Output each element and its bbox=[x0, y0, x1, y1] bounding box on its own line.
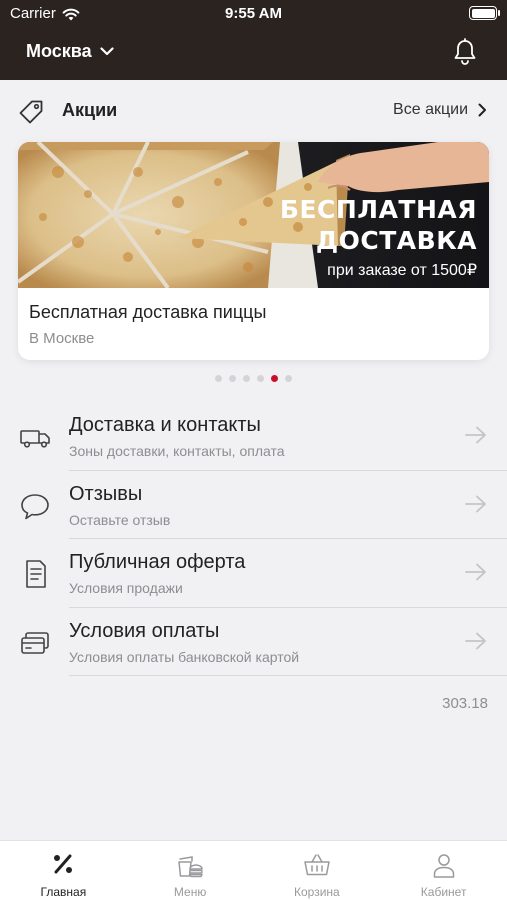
tag-icon bbox=[19, 100, 43, 124]
basket-icon bbox=[304, 854, 330, 876]
battery-icon bbox=[469, 6, 500, 20]
city-selector[interactable]: Москва bbox=[26, 41, 114, 62]
menu-item-delivery[interactable]: Доставка и контакты Зоны доставки, конта… bbox=[0, 402, 507, 471]
tab-label: Корзина bbox=[294, 885, 340, 899]
percent-icon bbox=[54, 854, 73, 874]
menu-item-subtitle: Условия оплаты банковской картой bbox=[69, 648, 300, 665]
chevron-down-icon bbox=[100, 47, 114, 56]
pager-dot[interactable] bbox=[243, 375, 250, 382]
info-menu: Доставка и контакты Зоны доставки, конта… bbox=[0, 402, 507, 676]
arrow-right-icon bbox=[465, 632, 486, 649]
all-promotions-label: Все акции bbox=[393, 101, 468, 118]
tab-bar: Главная Меню Корзина Кабинет bbox=[0, 840, 507, 900]
all-promotions-link[interactable]: Все акции bbox=[393, 101, 487, 119]
carousel-pager bbox=[0, 375, 507, 382]
pager-dot[interactable] bbox=[257, 375, 264, 382]
banner-condition: при заказе от 1500₽ bbox=[327, 262, 477, 279]
chat-bubble-icon bbox=[21, 493, 49, 519]
top-header: Carrier 9:55 AM Москва bbox=[0, 0, 507, 80]
banner-text: БЕСПЛАТНАЯ ДОСТАВКА при заказе от 1500₽ bbox=[280, 194, 477, 280]
promotions-header: Акции Все акции bbox=[18, 96, 489, 126]
menu-item-payment-terms[interactable]: Условия оплаты Условия оплаты банковской… bbox=[0, 608, 507, 676]
tab-account[interactable]: Кабинет bbox=[380, 841, 507, 900]
menu-item-subtitle: Условия продажи bbox=[69, 580, 183, 596]
banner-headline-1: БЕСПЛАТНАЯ bbox=[279, 195, 477, 224]
status-bar: Carrier 9:55 AM bbox=[0, 0, 507, 28]
menu-item-title: Публичная оферта bbox=[69, 551, 246, 573]
menu-item-title: Отзывы bbox=[69, 482, 143, 505]
promotion-banner: БЕСПЛАТНАЯ ДОСТАВКА при заказе от 1500₽ bbox=[18, 142, 489, 288]
document-icon bbox=[26, 560, 46, 588]
user-icon bbox=[433, 854, 454, 878]
arrow-right-icon bbox=[465, 563, 486, 581]
pager-dot-active[interactable] bbox=[271, 375, 278, 382]
tab-cart[interactable]: Корзина bbox=[254, 841, 381, 900]
tab-home[interactable]: Главная bbox=[0, 841, 127, 900]
bell-icon bbox=[454, 38, 476, 65]
menu-item-reviews[interactable]: Отзывы Оставьте отзыв bbox=[0, 471, 507, 539]
promotion-card-subtitle: В Москве bbox=[29, 330, 95, 347]
promotion-card-title: Бесплатная доставка пиццы bbox=[29, 302, 267, 322]
tab-menu[interactable]: Меню bbox=[127, 841, 254, 900]
divider bbox=[69, 675, 507, 676]
promotions-title: Акции bbox=[62, 100, 118, 120]
menu-item-subtitle: Зоны доставки, контакты, оплата bbox=[69, 443, 285, 459]
pager-dot[interactable] bbox=[229, 375, 236, 382]
pager-dot[interactable] bbox=[285, 375, 292, 382]
credit-cards-icon bbox=[21, 631, 49, 654]
truck-icon bbox=[20, 430, 50, 448]
food-menu-icon bbox=[178, 856, 203, 878]
chevron-right-icon bbox=[478, 103, 486, 117]
app-version: 303.18 bbox=[442, 695, 488, 712]
status-time: 9:55 AM bbox=[225, 5, 282, 22]
menu-item-public-offer[interactable]: Публичная оферта Условия продажи bbox=[0, 539, 507, 608]
tab-label: Главная bbox=[40, 885, 87, 899]
city-label: Москва bbox=[26, 41, 92, 61]
menu-item-title: Доставка и контакты bbox=[69, 414, 261, 436]
notifications-button[interactable] bbox=[453, 38, 477, 71]
city-bar: Москва bbox=[0, 32, 507, 76]
banner-headline-2: ДОСТАВКА bbox=[315, 226, 477, 255]
menu-item-title: Условия оплаты bbox=[69, 619, 220, 642]
pager-dot[interactable] bbox=[215, 375, 222, 382]
arrow-right-icon bbox=[465, 426, 486, 444]
promotion-card[interactable]: БЕСПЛАТНАЯ ДОСТАВКА при заказе от 1500₽ … bbox=[18, 142, 489, 360]
menu-item-subtitle: Оставьте отзыв bbox=[69, 511, 171, 528]
tab-label: Кабинет bbox=[420, 885, 467, 899]
arrow-right-icon bbox=[465, 495, 486, 512]
tab-label: Меню bbox=[173, 885, 207, 899]
